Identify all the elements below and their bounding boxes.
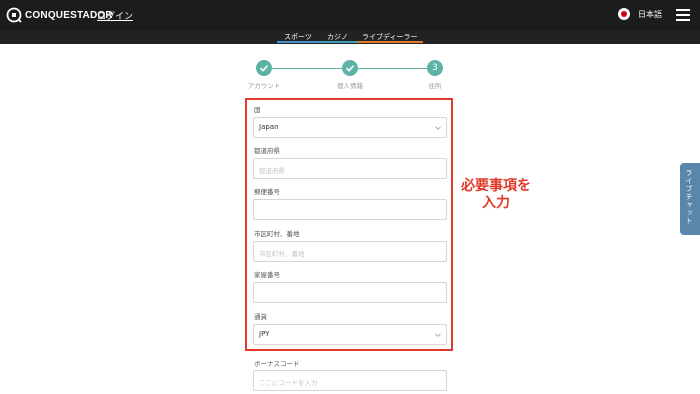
step-label: 住所 xyxy=(428,82,442,90)
prefecture-placeholder: 都道府県 xyxy=(259,167,285,175)
nav-casino-underline xyxy=(321,41,357,43)
nav-live-dealer-underline xyxy=(357,41,423,43)
hamburger-menu-icon[interactable] xyxy=(676,9,690,21)
language-selector[interactable]: 日本語 xyxy=(618,8,662,20)
step-3-current: 3 xyxy=(427,60,443,76)
country-label: 国 xyxy=(254,106,261,114)
house-number-label: 家屋番号 xyxy=(254,271,280,279)
language-label: 日本語 xyxy=(638,9,662,19)
step-label: 個人情報 xyxy=(337,82,363,90)
currency-label: 通貨 xyxy=(254,313,267,321)
top-bar: CONQUESTADOR ログイン 日本語 xyxy=(0,0,700,30)
bonus-code-placeholder: ここにコードを入力 xyxy=(259,379,318,387)
nav-sports-underline xyxy=(277,41,321,43)
bonus-code-label: ボーナスコード xyxy=(254,360,300,368)
live-chat-tab[interactable]: ライブチャット xyxy=(680,163,700,235)
city-address-placeholder: 市区町村、番地 xyxy=(259,250,305,258)
step-connector xyxy=(358,68,428,69)
step-label: アカウント xyxy=(247,82,281,90)
step-2-done xyxy=(342,60,358,76)
login-link[interactable]: ログイン xyxy=(97,9,133,22)
chevron-down-icon xyxy=(435,333,441,338)
check-icon xyxy=(345,65,355,72)
house-number-input[interactable] xyxy=(253,282,447,303)
prefecture-label: 都道府県 xyxy=(254,147,280,155)
logo-icon xyxy=(6,7,22,23)
bonus-code-input[interactable]: ここにコードを入力 xyxy=(253,370,447,391)
annotation-line-2: 入力 xyxy=(482,195,510,211)
step-connector xyxy=(272,68,342,69)
chevron-down-icon xyxy=(435,126,441,131)
prefecture-input[interactable]: 都道府県 xyxy=(253,158,447,179)
live-chat-label: ライブチャット xyxy=(685,169,693,225)
currency-value: JPY xyxy=(259,330,270,338)
postal-code-input[interactable] xyxy=(253,199,447,220)
country-select[interactable]: Japan xyxy=(253,117,447,138)
check-icon xyxy=(259,65,269,72)
currency-select[interactable]: JPY xyxy=(253,324,447,345)
city-address-label: 市区町村、番地 xyxy=(254,230,300,238)
instruction-annotation: 必要事項を 入力 xyxy=(459,178,533,212)
city-address-input[interactable]: 市区町村、番地 xyxy=(253,241,447,262)
country-value: Japan xyxy=(259,123,279,131)
registration-steps: 3 アカウント 個人情報 住所 xyxy=(0,60,700,90)
postal-code-label: 郵便番号 xyxy=(254,188,280,196)
annotation-line-1: 必要事項を xyxy=(461,178,531,194)
step-1-done xyxy=(256,60,272,76)
japan-flag-icon xyxy=(618,8,630,20)
